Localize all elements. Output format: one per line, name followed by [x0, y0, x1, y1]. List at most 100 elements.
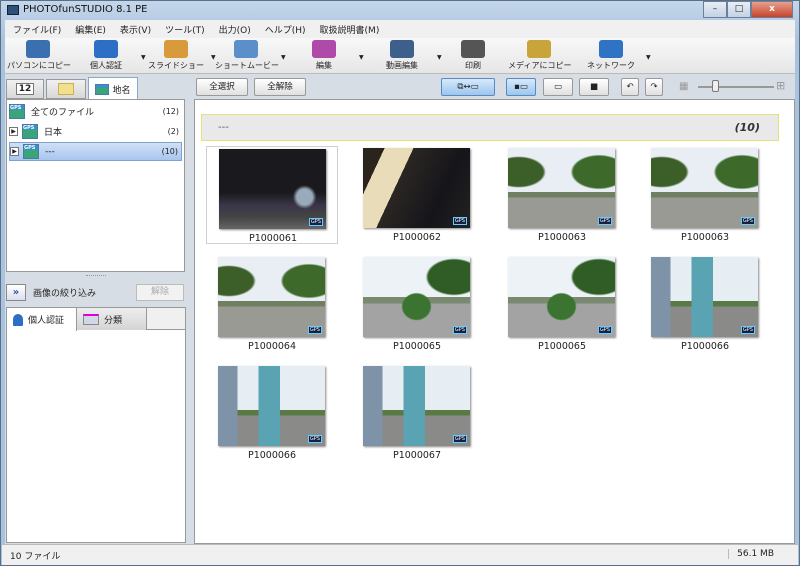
tab-place[interactable]: 地名 [88, 77, 138, 100]
dropdown-arrow-icon[interactable]: ▼ [646, 54, 651, 61]
video-button[interactable]: ■ [579, 78, 609, 96]
photo-image: GPS [218, 257, 325, 337]
tree-item-all-files[interactable]: GPS 全てのファイル (12) [9, 102, 182, 121]
toolbar-button-label: メディアにコピー [508, 61, 572, 70]
photo-thumbnail[interactable]: GPS P1000064 [206, 255, 338, 353]
photo-filename: P1000066 [247, 450, 297, 461]
photo-filename: P1000062 [392, 232, 442, 243]
gps-badge-icon: GPS [597, 326, 612, 334]
photo-thumbnail[interactable]: GPS P1000066 [639, 255, 771, 353]
filter-toggle-button[interactable]: » [6, 283, 26, 301]
photo-thumbnail[interactable]: GPS P1000066 [206, 364, 338, 462]
menu-item[interactable]: ヘルプ(H) [265, 23, 306, 36]
photo-image: GPS [219, 149, 326, 229]
toolbar-button-video-edit[interactable]: 動画編集 [371, 40, 433, 71]
photo-thumbnail[interactable]: GPS P1000063 [639, 146, 771, 244]
status-bar: 10 ファイル 56.1 MB [2, 544, 798, 565]
gps-icon: GPS [9, 104, 25, 119]
toolbar-button-label: パソコンにコピー [7, 61, 71, 70]
tree-item-unknown[interactable]: ▶ GPS --- (10) [9, 142, 182, 161]
group-header[interactable]: --- (10) [201, 114, 779, 141]
small-thumbnails-icon: ▦ [679, 81, 689, 92]
photo-image: GPS [363, 257, 470, 337]
gps-badge-icon: GPS [307, 435, 322, 443]
compare-view-button[interactable]: ⧉↔▭ [441, 78, 495, 96]
toolbar-button-disc[interactable]: メディアにコピー [508, 40, 572, 71]
dropdown-arrow-icon[interactable]: ▼ [359, 54, 364, 61]
tab-calendar[interactable]: 12 [6, 79, 44, 99]
rotate-left-icon: ↶ [626, 82, 634, 92]
thumbnail-view-button[interactable]: ▪▭ [506, 78, 536, 96]
maximize-button[interactable]: □ [727, 1, 751, 18]
toolbar-button-edit[interactable]: 編集 [293, 40, 355, 71]
tab-label: 分類 [104, 315, 123, 326]
photo-image: GPS [651, 257, 758, 337]
gps-badge-icon: GPS [740, 326, 755, 334]
splitter-handle[interactable] [86, 275, 106, 278]
dropdown-arrow-icon[interactable]: ▼ [281, 54, 286, 61]
tree-item-label: --- [45, 146, 55, 157]
single-view-button[interactable]: ▭ [543, 78, 573, 96]
rotate-right-icon: ↷ [650, 82, 658, 92]
menu-item[interactable]: ファイル(F) [13, 23, 61, 36]
tab-label: 個人認証 [28, 316, 65, 326]
tab-folder[interactable] [46, 79, 86, 99]
menu-item[interactable]: ツール(T) [165, 23, 205, 36]
slider-knob[interactable] [712, 80, 719, 92]
browser-panel: 全選択 全解除 ⧉↔▭ ▪▭ ▭ ■ ↶ ↷ ▦ ⊞ --- (10) GPS P1… [193, 74, 795, 544]
toolbar-button-label: 編集 [316, 61, 332, 70]
thumbnail-size-slider[interactable] [698, 80, 774, 92]
photo-filename: P1000065 [537, 341, 587, 352]
photo-thumbnail[interactable]: GPS P1000065 [496, 255, 628, 353]
clear-filter-button[interactable]: 解除 [136, 283, 184, 301]
photo-thumbnail[interactable]: GPS P1000062 [351, 146, 483, 244]
toolbar-button-slideshow[interactable]: スライドショー [145, 40, 207, 71]
photo-image: GPS [651, 148, 758, 228]
expand-icon[interactable]: ▶ [10, 147, 19, 156]
tab-category[interactable]: 分類 [77, 308, 147, 330]
photo-filename: P1000066 [680, 341, 730, 352]
toolbar-button-movie[interactable]: ショートムービー [215, 40, 279, 71]
edit-icon [312, 40, 336, 58]
printer-icon [461, 40, 485, 58]
toolbar-button-person[interactable]: 個人認証 [75, 40, 137, 71]
toolbar-button-network[interactable]: ネットワーク [580, 40, 642, 71]
person-icon [94, 40, 118, 58]
photo-image: GPS [508, 257, 615, 337]
menu-item[interactable]: 取扱説明書(M) [320, 23, 380, 36]
photo-thumbnail[interactable]: GPS P1000065 [351, 255, 483, 353]
photo-thumbnail[interactable]: GPS P1000067 [351, 364, 483, 462]
toolbar-button-label: 個人認証 [90, 61, 122, 70]
photo-thumbnail[interactable]: GPS P1000061 [206, 146, 338, 244]
thumbnail-view-icon: ▪▭ [514, 82, 528, 92]
toolbar-button-printer[interactable]: 印刷 [442, 40, 504, 71]
filter-pane: 個人認証 分類 [6, 307, 186, 543]
gps-badge-icon: GPS [740, 217, 755, 225]
total-size: 56.1 MB [728, 549, 774, 559]
deselect-all-button[interactable]: 全解除 [254, 78, 306, 96]
tab-face-recognition[interactable]: 個人認証 [7, 308, 77, 331]
toolbar-button-label: スライドショー [148, 61, 204, 70]
dropdown-arrow-icon[interactable]: ▼ [437, 54, 442, 61]
menu-item[interactable]: 表示(V) [120, 23, 151, 36]
rotate-right-button[interactable]: ↷ [645, 78, 663, 96]
select-all-button[interactable]: 全選択 [196, 78, 248, 96]
menu-item[interactable]: 編集(E) [75, 23, 106, 36]
tree-item-count: (2) [167, 127, 179, 136]
place-tree: GPS 全てのファイル (12) ▶ GPS 日本 (2) ▶ GPS --- (10) [6, 99, 185, 272]
tree-item-japan[interactable]: ▶ GPS 日本 (2) [9, 122, 182, 141]
rotate-left-button[interactable]: ↶ [621, 78, 639, 96]
close-button[interactable]: x [751, 1, 793, 18]
expand-icon[interactable]: ▶ [9, 127, 18, 136]
toolbar-button-label: 動画編集 [386, 61, 418, 70]
photo-image: GPS [363, 366, 470, 446]
folder-icon [58, 83, 74, 95]
toolbar-button-copy-to-pc[interactable]: パソコンにコピー [7, 40, 71, 71]
menu-item[interactable]: 出力(O) [219, 23, 251, 36]
app-window: PHOTOfunSTUDIO 8.1 PE – □ x ファイル(F) 編集(E)… [0, 0, 800, 566]
photo-thumbnail[interactable]: GPS P1000063 [496, 146, 628, 244]
gps-badge-icon: GPS [307, 326, 322, 334]
minimize-button[interactable]: – [703, 1, 727, 18]
single-view-icon: ▭ [553, 82, 563, 92]
gps-badge-icon: GPS [597, 217, 612, 225]
